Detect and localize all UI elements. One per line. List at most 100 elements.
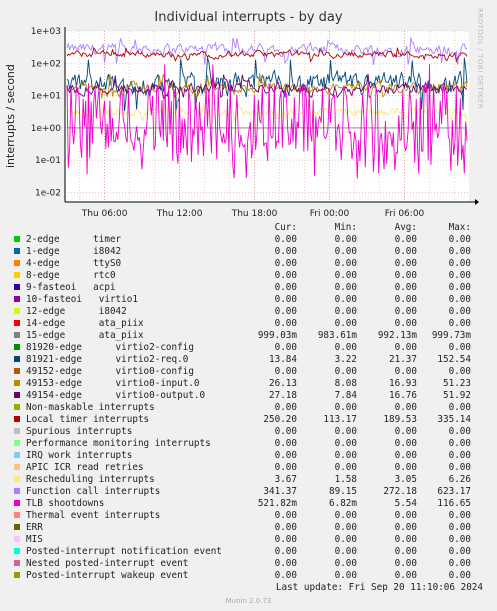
avg-value: 0.00 xyxy=(394,534,417,545)
series-name: Spurious interrupts xyxy=(26,426,133,437)
legend-row: 4-edge ttyS0 0.00 0.00 0.00 0.00 xyxy=(0,258,497,270)
series-name: TLB shootdowns xyxy=(26,498,105,509)
series-name: IRQ work interrupts xyxy=(26,450,133,461)
max-value: 0.00 xyxy=(448,258,471,269)
legend-row: Nested posted-interrupt event 0.00 0.00 0.0… xyxy=(0,558,497,570)
series-swatch xyxy=(14,272,20,278)
series-name: Performance monitoring interrupts xyxy=(26,438,211,449)
legend-row: 81920-edge virtio2-config 0.00 0.00 0.00 0.0… xyxy=(0,342,497,354)
series-swatch xyxy=(14,572,20,578)
min-value: 0.00 xyxy=(334,258,357,269)
avg-value: 16.93 xyxy=(389,378,417,389)
avg-value: 189.53 xyxy=(383,414,417,425)
y-tick-label: 1e+01 xyxy=(31,92,61,102)
legend-row: 1-edge i8042 0.00 0.00 0.00 0.00 xyxy=(0,246,497,258)
max-value: 0.00 xyxy=(448,438,471,449)
max-value: 0.00 xyxy=(448,282,471,293)
legend-row: 49152-edge virtio0-config 0.00 0.00 0.00 0.0… xyxy=(0,366,497,378)
series-swatch xyxy=(14,308,20,314)
series-name: 12-edge i8042 xyxy=(26,306,127,317)
avg-value: 0.00 xyxy=(394,426,417,437)
avg-value: 0.00 xyxy=(394,282,417,293)
avg-value: 0.00 xyxy=(394,270,417,281)
series-name: 81921-edge virtio2-req.0 xyxy=(26,354,189,365)
series-name: 8-edge rtc0 xyxy=(26,270,116,281)
x-tick-label: Fri 06:00 xyxy=(385,209,425,219)
cur-value: 0.00 xyxy=(274,318,297,329)
avg-value: 0.00 xyxy=(394,246,417,257)
series-name: 9-fasteoi acpi xyxy=(26,282,116,293)
cur-value: 341.37 xyxy=(263,486,297,497)
legend-row: Posted-interrupt notification event 0.00 0… xyxy=(0,546,497,558)
legend-row: Rescheduling interrupts 3.67 1.58 3.05 6.26 xyxy=(0,474,497,486)
series-name: 81920-edge virtio2-config xyxy=(26,342,194,353)
legend-row: MIS 0.00 0.00 0.00 0.00 xyxy=(0,534,497,546)
max-value: 0.00 xyxy=(448,306,471,317)
series-swatch xyxy=(14,236,20,242)
legend-row: Spurious interrupts 0.00 0.00 0.00 0.00 xyxy=(0,426,497,438)
max-value: 0.00 xyxy=(448,546,471,557)
cur-value: 521.82m xyxy=(257,498,297,509)
max-value: 623.17 xyxy=(437,486,471,497)
max-value: 0.00 xyxy=(448,234,471,245)
cur-value: 0.00 xyxy=(274,534,297,545)
min-value: 0.00 xyxy=(334,402,357,413)
max-value: 51.23 xyxy=(443,378,471,389)
max-value: 0.00 xyxy=(448,462,471,473)
cur-value: 0.00 xyxy=(274,246,297,257)
cur-value: 999.03m xyxy=(257,330,297,341)
avg-value: 0.00 xyxy=(394,306,417,317)
cur-value: 0.00 xyxy=(274,342,297,353)
avg-value: 0.00 xyxy=(394,402,417,413)
avg-value: 5.54 xyxy=(394,498,417,509)
max-value: 0.00 xyxy=(448,558,471,569)
avg-value: 0.00 xyxy=(394,294,417,305)
series-swatch xyxy=(14,452,20,458)
cur-value: 0.00 xyxy=(274,510,297,521)
series-name: ERR xyxy=(26,522,43,533)
avg-value: 0.00 xyxy=(394,366,417,377)
min-value: 0.00 xyxy=(334,246,357,257)
min-value: 0.00 xyxy=(334,270,357,281)
legend-row: 12-edge i8042 0.00 0.00 0.00 0.00 xyxy=(0,306,497,318)
max-value: 6.26 xyxy=(448,474,471,485)
max-value: 0.00 xyxy=(448,534,471,545)
min-value: 0.00 xyxy=(334,426,357,437)
legend-row: Local timer interrupts 250.20 113.17 189.53… xyxy=(0,414,497,426)
series-name: Posted-interrupt wakeup event xyxy=(26,570,189,581)
min-value: 0.00 xyxy=(334,558,357,569)
max-value: 0.00 xyxy=(448,246,471,257)
series-name: Nested posted-interrupt event xyxy=(26,558,189,569)
legend-row: 49153-edge virtio0-input.0 26.13 8.08 16.93… xyxy=(0,378,497,390)
cur-value: 0.00 xyxy=(274,522,297,533)
series-swatch xyxy=(14,260,20,266)
cur-value: 3.67 xyxy=(274,474,297,485)
x-tick-label: Thu 18:00 xyxy=(231,209,278,219)
max-value: 335.14 xyxy=(437,414,471,425)
x-tick-label: Fri 00:00 xyxy=(310,209,350,219)
min-value: 0.00 xyxy=(334,306,357,317)
legend-row: IRQ work interrupts 0.00 0.00 0.00 0.00 xyxy=(0,450,497,462)
min-value: 0.00 xyxy=(334,546,357,557)
legend-row: 15-edge ata_piix 999.03m 983.61m 992.13m 999… xyxy=(0,330,497,342)
series-swatch xyxy=(14,428,20,434)
cur-value: 0.00 xyxy=(274,462,297,473)
avg-value: 0.00 xyxy=(394,522,417,533)
series-swatch xyxy=(14,512,20,518)
y-tick-label: 1e-02 xyxy=(35,188,61,198)
max-value: 0.00 xyxy=(448,510,471,521)
legend-row: 2-edge timer 0.00 0.00 0.00 0.00 xyxy=(0,234,497,246)
series-swatch xyxy=(14,284,20,290)
avg-value: 0.00 xyxy=(394,510,417,521)
max-value: 0.00 xyxy=(448,270,471,281)
avg-value: 0.00 xyxy=(394,234,417,245)
legend-row: 9-fasteoi acpi 0.00 0.00 0.00 0.00 xyxy=(0,282,497,294)
series-swatch xyxy=(14,380,20,386)
series-swatch xyxy=(14,368,20,374)
series-swatch xyxy=(14,440,20,446)
series-name: Function call interrupts xyxy=(26,486,161,497)
legend-header: Cur: Min: Avg: Max: xyxy=(0,222,497,234)
legend-row: Posted-interrupt wakeup event 0.00 0.00 0.0… xyxy=(0,570,497,582)
min-value: 0.00 xyxy=(334,510,357,521)
min-value: 1.58 xyxy=(334,474,357,485)
